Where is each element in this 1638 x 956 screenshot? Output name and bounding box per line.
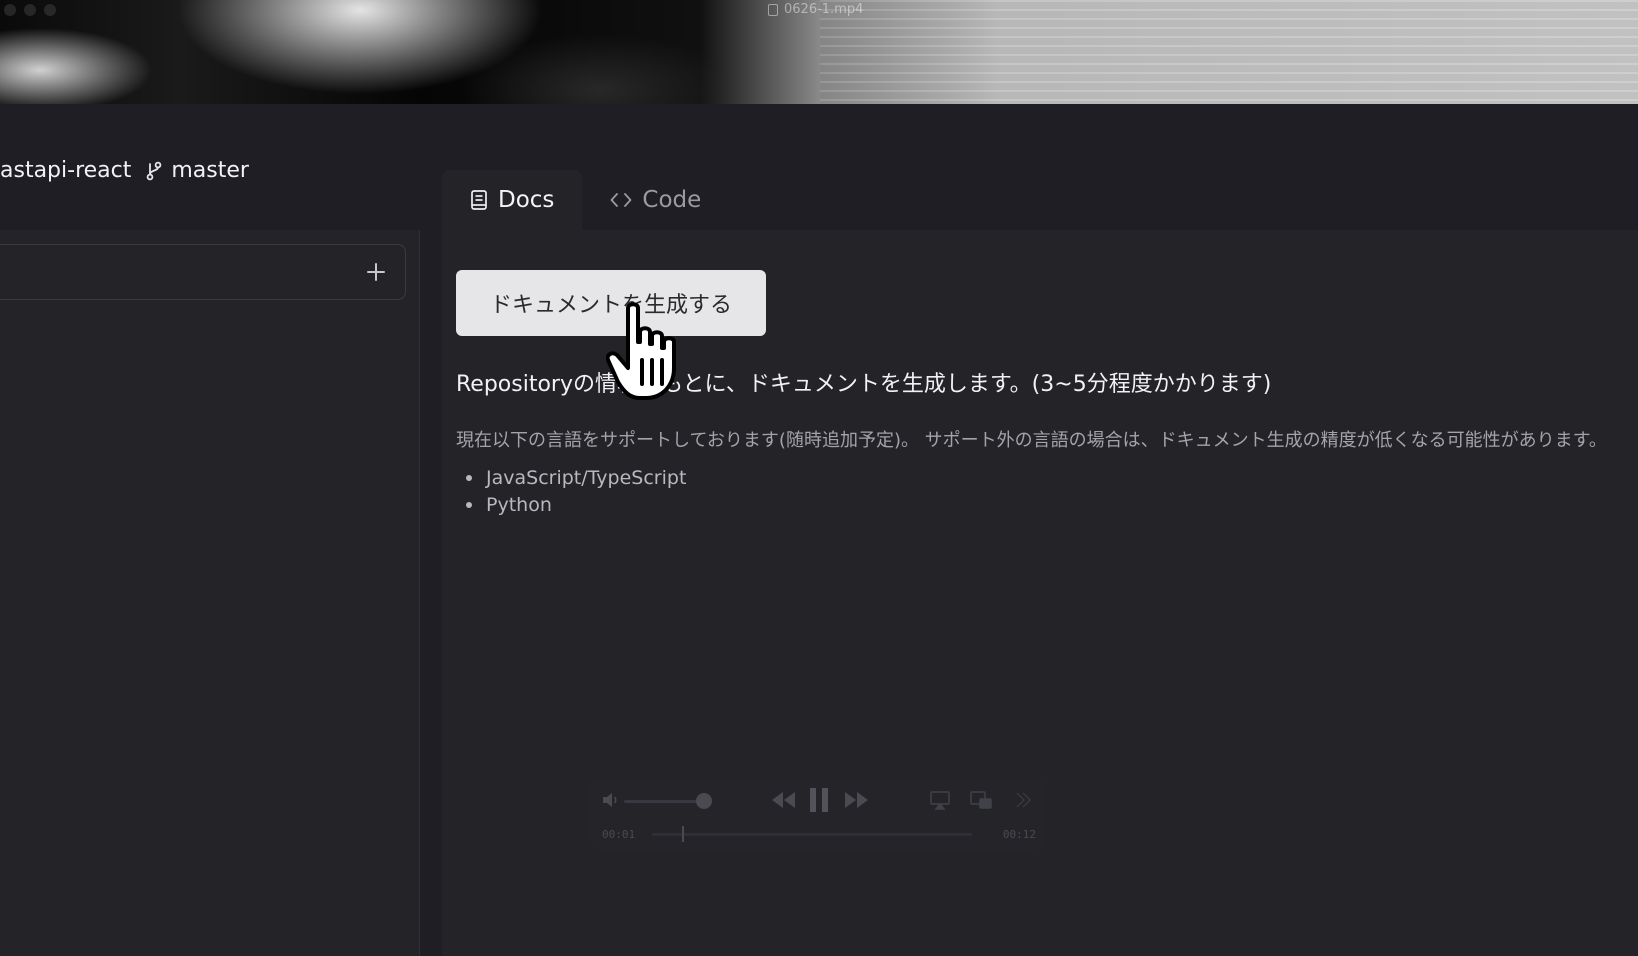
- tab-docs[interactable]: Docs: [442, 170, 583, 230]
- plus-icon: [367, 263, 385, 281]
- video-player-controls: 00:01 00:12: [590, 778, 1046, 850]
- list-item: Python: [456, 491, 686, 518]
- zoom-window-button[interactable]: [44, 4, 56, 16]
- close-window-button[interactable]: [4, 4, 16, 16]
- supported-languages-note: 現在以下の言語をサポートしております(随時追加予定)。 サポート外の言語の場合は…: [456, 430, 1607, 451]
- repo-name: astapi-react: [0, 158, 132, 183]
- window-controls[interactable]: [4, 4, 56, 16]
- airplay-icon[interactable]: [930, 790, 950, 810]
- tab-docs-label: Docs: [498, 187, 555, 213]
- hand-pointer-icon: [606, 302, 676, 400]
- scrubber-playhead[interactable]: [682, 826, 684, 842]
- titlebar-wallpaper: [820, 0, 1638, 104]
- repo-header: astapi-react master: [0, 158, 249, 183]
- book-icon: [471, 190, 487, 210]
- tab-bar: Docs Code: [442, 170, 729, 230]
- rewind-icon[interactable]: [770, 790, 796, 810]
- volume-icon[interactable]: [602, 792, 620, 808]
- video-scrubber[interactable]: [652, 833, 972, 836]
- volume-slider[interactable]: [624, 800, 702, 803]
- volume-slider-knob[interactable]: [696, 793, 712, 809]
- window-title-text: 0626-1.mp4: [784, 2, 864, 17]
- sidebar: [0, 230, 420, 956]
- supported-languages-list: JavaScript/TypeScript Python: [456, 464, 686, 518]
- tab-code-label: Code: [642, 187, 702, 213]
- window-title: 0626-1.mp4: [768, 2, 863, 17]
- branch-name: master: [171, 158, 249, 183]
- document-icon: [768, 3, 778, 16]
- chevron-right-icon[interactable]: [1014, 790, 1032, 810]
- minimize-window-button[interactable]: [24, 4, 36, 16]
- total-time: 00:12: [1002, 828, 1036, 841]
- tab-code[interactable]: Code: [582, 170, 729, 230]
- pause-icon[interactable]: [808, 786, 830, 814]
- elapsed-time: 00:01: [602, 828, 636, 841]
- list-item: JavaScript/TypeScript: [456, 464, 686, 491]
- language-name: JavaScript/TypeScript: [486, 466, 687, 489]
- code-icon: [611, 193, 632, 207]
- picture-in-picture-icon[interactable]: [970, 790, 992, 810]
- bullet-icon: [466, 474, 472, 481]
- add-button[interactable]: [361, 257, 391, 287]
- git-branch-icon: [147, 161, 162, 180]
- branch-selector[interactable]: master: [145, 158, 249, 183]
- docs-headline: Repositoryの情報をもとに、ドキュメントを生成します。(3~5分程度かか…: [456, 372, 1272, 397]
- window-titlebar: 0626-1.mp4: [0, 0, 1638, 104]
- sidebar-search-input[interactable]: [0, 244, 406, 300]
- language-name: Python: [486, 493, 552, 516]
- bullet-icon: [466, 501, 472, 508]
- fast-forward-icon[interactable]: [844, 790, 870, 810]
